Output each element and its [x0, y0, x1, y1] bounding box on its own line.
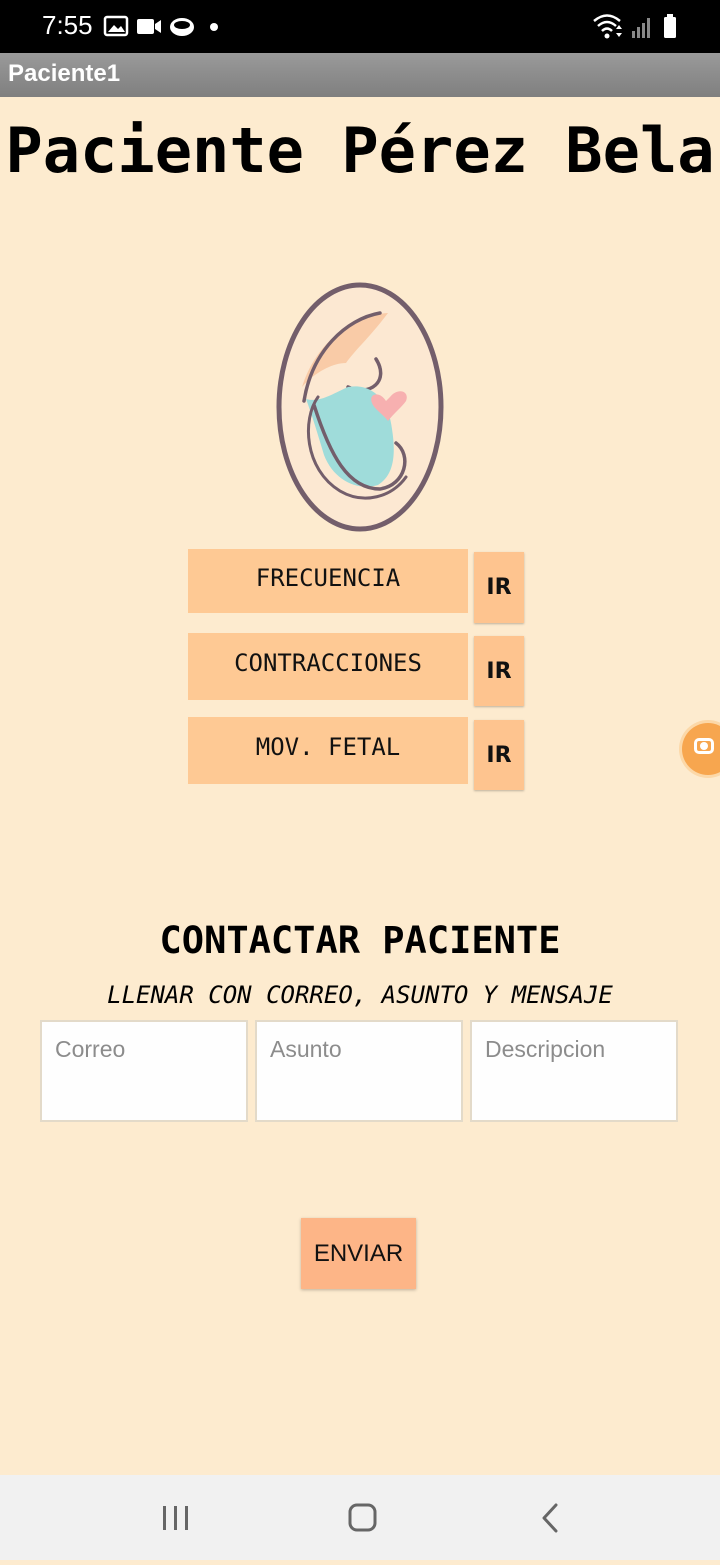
- metric-label-frecuencia: FRECUENCIA: [188, 549, 468, 613]
- contact-instructions: LLENAR CON CORREO, ASUNTO Y MENSAJE: [107, 981, 613, 1009]
- pregnancy-icon: [276, 282, 444, 532]
- video-icon: [137, 19, 161, 34]
- description-field[interactable]: [470, 1020, 678, 1122]
- navigation-bar: [0, 1475, 720, 1560]
- nav-icons: [140, 1490, 585, 1546]
- wifi-icon: [593, 14, 622, 39]
- dot-icon: [210, 23, 218, 31]
- app-bar: Paciente1: [0, 53, 720, 97]
- system-icons: [593, 14, 676, 39]
- ir-button-contracciones[interactable]: IR: [474, 636, 524, 706]
- status-bar: 7:55: [0, 0, 720, 53]
- screen-content: Paciente Pérez Bela FRECUENCIA IR CONTRA…: [0, 97, 720, 1475]
- patient-title: Paciente Pérez Bela: [5, 114, 715, 187]
- send-button[interactable]: ENVIAR: [301, 1218, 416, 1289]
- screen-record-icon[interactable]: [682, 723, 720, 775]
- metric-label-contracciones: CONTRACCIONES: [188, 633, 468, 700]
- metric-label-mov-fetal: MOV. FETAL: [188, 717, 468, 784]
- back-icon[interactable]: [515, 1490, 585, 1546]
- notification-icons: [103, 15, 218, 37]
- ir-button-mov-fetal[interactable]: IR: [474, 720, 524, 790]
- messenger-icon: [170, 18, 194, 36]
- home-icon[interactable]: [327, 1490, 397, 1546]
- email-field[interactable]: [40, 1020, 248, 1122]
- image-icon: [103, 15, 129, 37]
- ir-button-frecuencia[interactable]: IR: [474, 552, 524, 623]
- recent-apps-icon[interactable]: [140, 1490, 210, 1546]
- signal-icon: [632, 18, 650, 38]
- contact-title: CONTACTAR PACIENTE: [159, 919, 561, 962]
- app-title: Paciente1: [8, 60, 121, 87]
- subject-field[interactable]: [255, 1020, 463, 1122]
- status-time: 7:55: [42, 10, 93, 40]
- battery-icon: [664, 14, 676, 38]
